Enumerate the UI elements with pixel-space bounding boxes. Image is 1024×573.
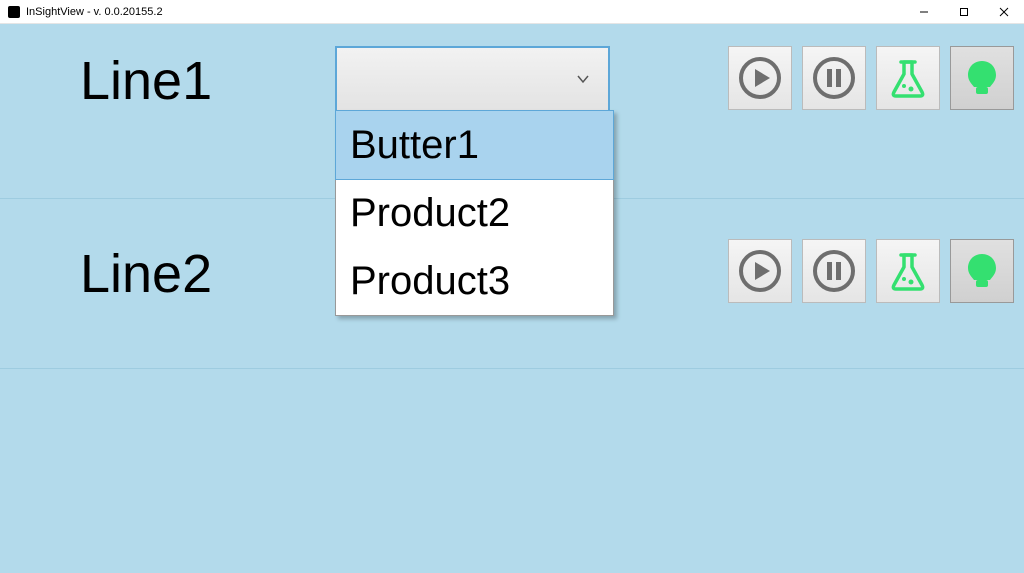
- flask-icon: [886, 249, 930, 293]
- bulb-button[interactable]: [950, 46, 1014, 110]
- app-icon: [8, 6, 20, 18]
- play-button[interactable]: [728, 46, 792, 110]
- line-label: Line1: [80, 46, 335, 108]
- play-icon: [738, 56, 782, 100]
- dropdown-menu: Butter1 Product2 Product3: [335, 110, 614, 316]
- line-label: Line2: [80, 239, 335, 301]
- flask-icon: [886, 56, 930, 100]
- chevron-down-icon: [576, 72, 590, 86]
- maximize-button[interactable]: [944, 0, 984, 24]
- play-button[interactable]: [728, 239, 792, 303]
- play-icon: [738, 249, 782, 293]
- pause-icon: [812, 249, 856, 293]
- action-buttons: [728, 46, 1014, 110]
- minimize-button[interactable]: [904, 0, 944, 24]
- product-dropdown[interactable]: Butter1 Product2 Product3: [335, 46, 610, 112]
- pause-button[interactable]: [802, 239, 866, 303]
- action-buttons: [728, 239, 1014, 303]
- dropdown-option[interactable]: Product2: [336, 179, 613, 247]
- pause-button[interactable]: [802, 46, 866, 110]
- dropdown-option[interactable]: Product3: [336, 247, 613, 315]
- bulb-icon: [960, 249, 1004, 293]
- titlebar-left: InSightView - v. 0.0.20155.2: [8, 6, 163, 18]
- window-title: InSightView - v. 0.0.20155.2: [26, 6, 163, 18]
- bulb-icon: [960, 56, 1004, 100]
- close-button[interactable]: [984, 0, 1024, 24]
- titlebar-controls: [904, 0, 1024, 24]
- bulb-button[interactable]: [950, 239, 1014, 303]
- flask-button[interactable]: [876, 46, 940, 110]
- flask-button[interactable]: [876, 239, 940, 303]
- pause-icon: [812, 56, 856, 100]
- content-area: Line1 Butter1 Product2 Product3: [0, 24, 1024, 573]
- line-row: Line1 Butter1 Product2 Product3: [0, 24, 1024, 199]
- titlebar: InSightView - v. 0.0.20155.2: [0, 0, 1024, 24]
- dropdown-option[interactable]: Butter1: [335, 110, 614, 180]
